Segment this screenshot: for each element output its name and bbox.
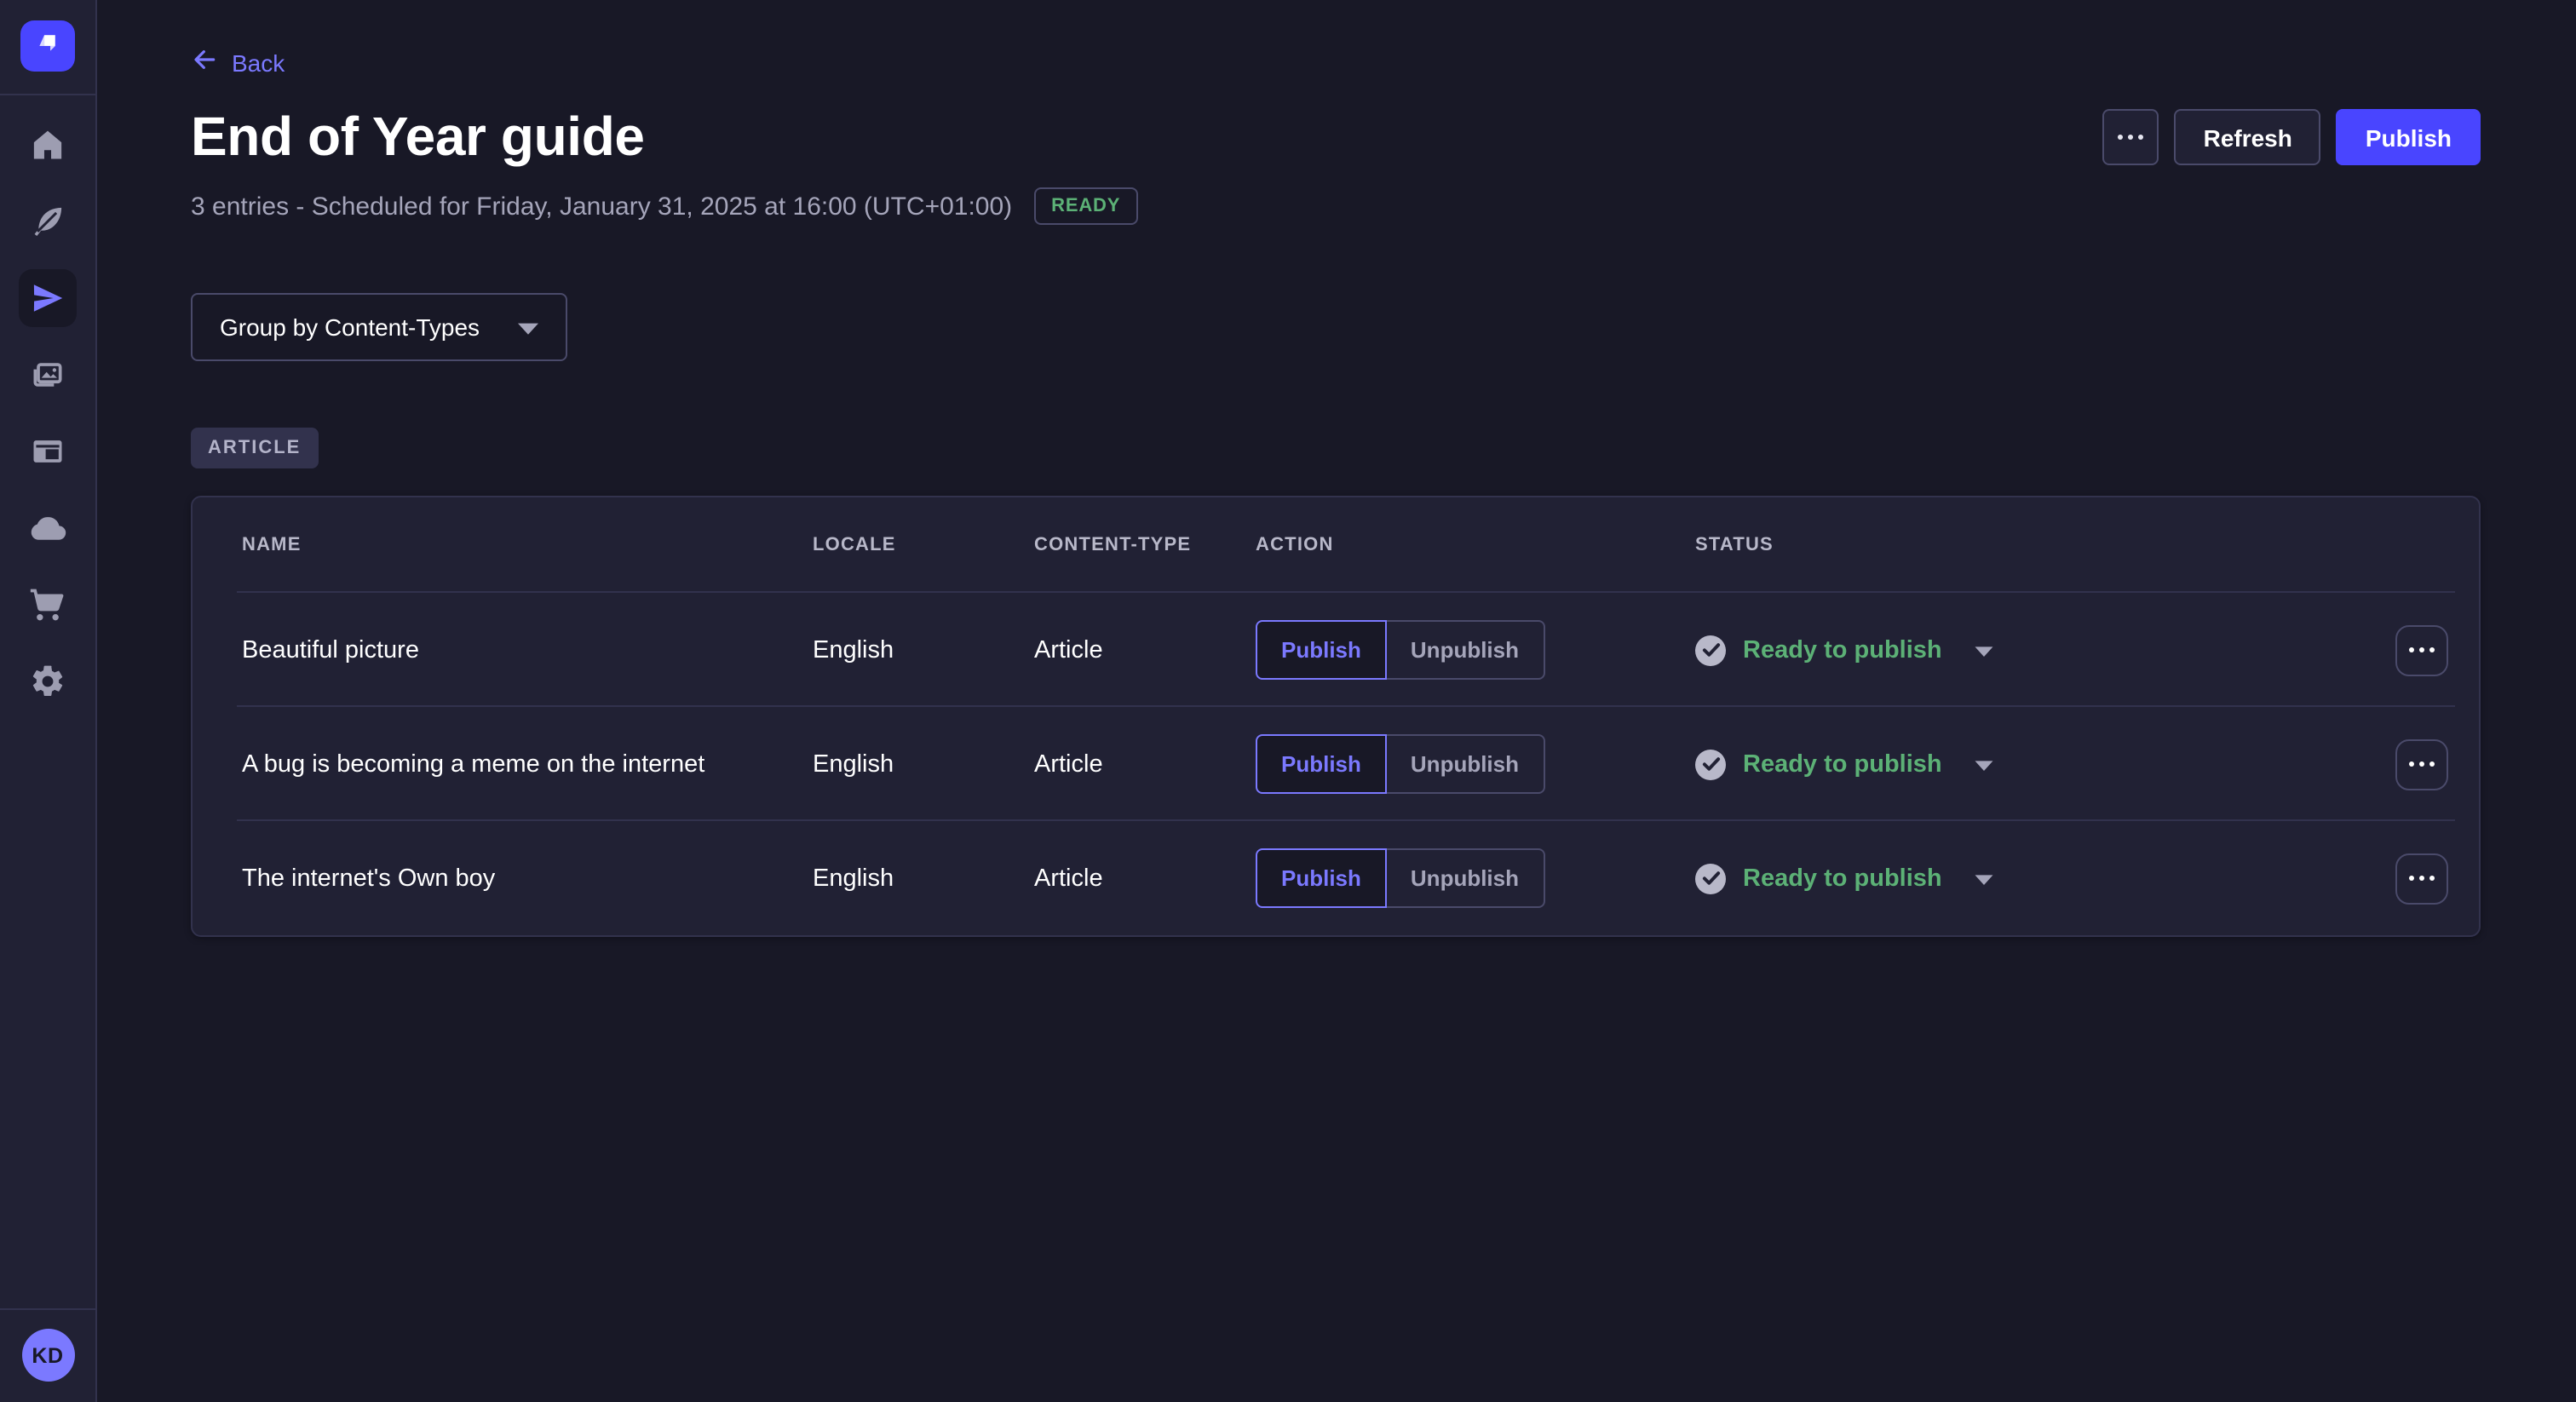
column-header-status: STATUS bbox=[1695, 535, 2395, 555]
avatar[interactable]: KD bbox=[21, 1329, 74, 1382]
sidebar-footer: KD bbox=[0, 1308, 95, 1402]
sidebar-nav bbox=[0, 116, 95, 710]
entry-action-toggle: Publish Unpublish bbox=[1256, 620, 1544, 680]
chevron-down-icon bbox=[1975, 751, 1993, 777]
entry-unpublish-toggle[interactable]: Unpublish bbox=[1387, 848, 1544, 908]
sidebar-item-marketplace[interactable] bbox=[19, 576, 77, 634]
strapi-logo-icon bbox=[33, 27, 62, 65]
table-body: Beautiful picture English Article Publis… bbox=[193, 593, 2479, 935]
publish-button[interactable]: Publish bbox=[2337, 109, 2481, 165]
sidebar-item-content-type-builder[interactable] bbox=[19, 422, 77, 480]
entry-name: A bug is becoming a meme on the internet bbox=[242, 750, 813, 778]
entry-status: Ready to publish bbox=[1695, 634, 2395, 666]
more-options-icon bbox=[2409, 761, 2435, 767]
refresh-button[interactable]: Refresh bbox=[2175, 109, 2321, 165]
entry-status-label: Ready to publish bbox=[1743, 865, 1942, 892]
workspace-button[interactable] bbox=[20, 20, 75, 72]
entry-name: Beautiful picture bbox=[242, 636, 813, 664]
check-circle-icon bbox=[1695, 863, 1726, 893]
home-icon bbox=[29, 126, 66, 164]
chevron-down-icon bbox=[1975, 865, 1993, 891]
row-more-button[interactable] bbox=[2395, 853, 2448, 904]
entry-content-type: Article bbox=[1034, 750, 1256, 778]
sidebar-item-cloud[interactable] bbox=[19, 499, 77, 557]
sidebar-divider bbox=[0, 94, 95, 95]
gear-icon bbox=[29, 663, 66, 700]
back-link[interactable]: Back bbox=[191, 46, 285, 78]
more-options-icon bbox=[2119, 135, 2144, 140]
entry-status-label: Ready to publish bbox=[1743, 636, 1942, 664]
main-content: Back End of Year guide Refresh Publish 3… bbox=[97, 0, 2576, 1402]
entry-locale: English bbox=[813, 865, 1034, 892]
entry-publish-toggle[interactable]: Publish bbox=[1256, 848, 1387, 908]
column-header-action: ACTION bbox=[1256, 535, 1695, 555]
release-subtitle: 3 entries - Scheduled for Friday, Januar… bbox=[191, 192, 1012, 221]
entry-unpublish-toggle[interactable]: Unpublish bbox=[1387, 620, 1544, 680]
table-header-row: NAME LOCALE CONTENT-TYPE ACTION STATUS bbox=[193, 497, 2479, 593]
entry-status-label: Ready to publish bbox=[1743, 750, 1942, 778]
sidebar-item-settings[interactable] bbox=[19, 652, 77, 710]
group-by-label: Group by Content-Types bbox=[220, 313, 480, 341]
arrow-left-icon bbox=[191, 46, 218, 78]
entry-content-type: Article bbox=[1034, 865, 1256, 892]
entry-publish-toggle[interactable]: Publish bbox=[1256, 620, 1387, 680]
paper-plane-icon bbox=[29, 279, 66, 317]
app-window: KD Back End of Year guide Refresh Publis… bbox=[0, 0, 2576, 1402]
entry-content-type: Article bbox=[1034, 636, 1256, 664]
column-header-content-type: CONTENT-TYPE bbox=[1034, 535, 1256, 555]
entry-action-toggle: Publish Unpublish bbox=[1256, 848, 1544, 908]
sidebar: KD bbox=[0, 0, 97, 1402]
entry-name: The internet's Own boy bbox=[242, 865, 813, 892]
status-badge: READY bbox=[1034, 187, 1137, 225]
header-actions: Refresh Publish bbox=[2103, 109, 2481, 165]
entry-status-caret[interactable] bbox=[1971, 748, 1997, 780]
group-by-select[interactable]: Group by Content-Types bbox=[191, 293, 566, 361]
page-title: End of Year guide bbox=[191, 106, 645, 169]
entry-status-caret[interactable] bbox=[1971, 862, 1997, 894]
media-library-icon bbox=[29, 356, 66, 394]
sidebar-item-media-library[interactable] bbox=[19, 346, 77, 404]
sidebar-item-content-manager[interactable] bbox=[19, 192, 77, 250]
entry-locale: English bbox=[813, 750, 1034, 778]
table-row: A bug is becoming a meme on the internet… bbox=[193, 707, 2479, 821]
row-more-button[interactable] bbox=[2395, 624, 2448, 675]
chevron-down-icon bbox=[1975, 637, 1993, 663]
entries-table: NAME LOCALE CONTENT-TYPE ACTION STATUS B… bbox=[191, 496, 2481, 937]
entry-status-caret[interactable] bbox=[1971, 634, 1997, 666]
column-header-locale: LOCALE bbox=[813, 535, 1034, 555]
more-options-icon bbox=[2409, 647, 2435, 652]
column-header-name: NAME bbox=[242, 535, 813, 555]
feather-icon bbox=[29, 203, 66, 240]
check-circle-icon bbox=[1695, 635, 1726, 665]
sidebar-item-releases[interactable] bbox=[19, 269, 77, 327]
entry-unpublish-toggle[interactable]: Unpublish bbox=[1387, 734, 1544, 794]
cart-icon bbox=[29, 586, 66, 623]
layout-icon bbox=[29, 433, 66, 470]
entry-locale: English bbox=[813, 636, 1034, 664]
release-more-button[interactable] bbox=[2103, 109, 2159, 165]
row-more-button[interactable] bbox=[2395, 738, 2448, 790]
entry-status: Ready to publish bbox=[1695, 862, 2395, 894]
group-badge: ARTICLE bbox=[191, 428, 318, 468]
back-label: Back bbox=[232, 49, 285, 76]
table-row: Beautiful picture English Article Publis… bbox=[193, 593, 2479, 707]
check-circle-icon bbox=[1695, 749, 1726, 779]
chevron-down-icon bbox=[517, 313, 538, 341]
sidebar-item-home[interactable] bbox=[19, 116, 77, 174]
cloud-icon bbox=[29, 509, 66, 547]
entry-publish-toggle[interactable]: Publish bbox=[1256, 734, 1387, 794]
table-row: The internet's Own boy English Article P… bbox=[193, 821, 2479, 935]
more-options-icon bbox=[2409, 876, 2435, 881]
entry-status: Ready to publish bbox=[1695, 748, 2395, 780]
entry-action-toggle: Publish Unpublish bbox=[1256, 734, 1544, 794]
